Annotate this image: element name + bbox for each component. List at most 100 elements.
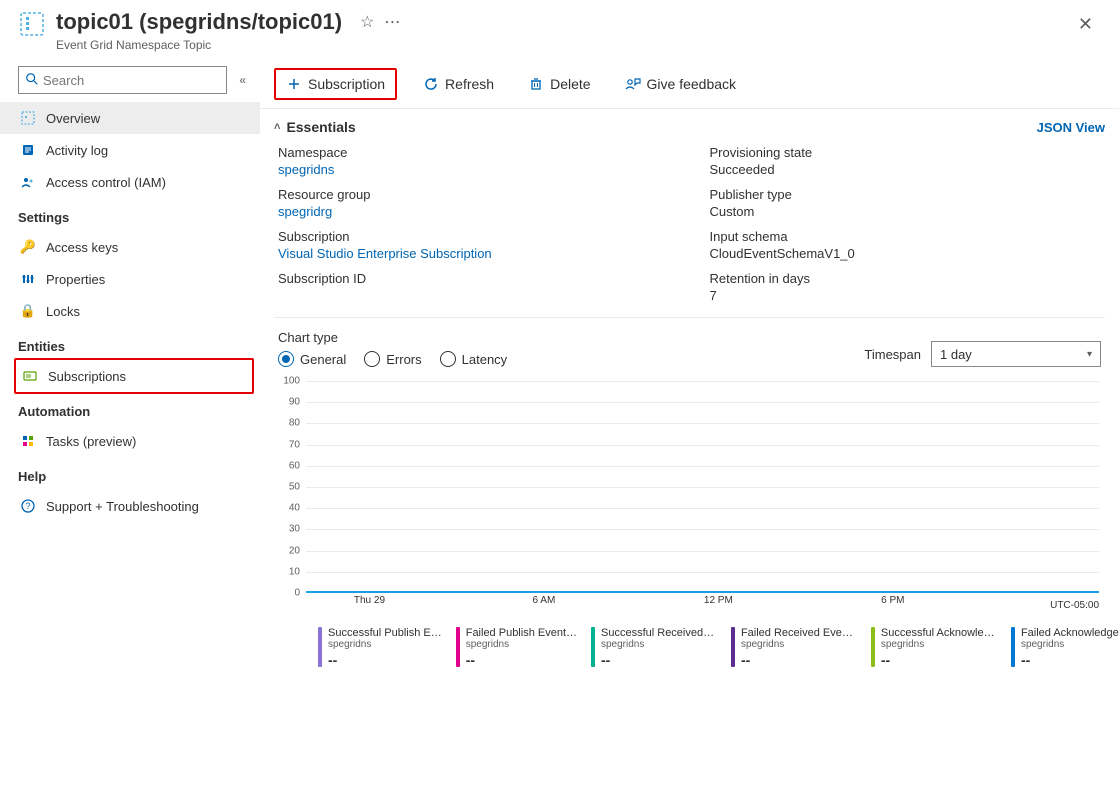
y-tick-label: 20: [289, 545, 300, 556]
sidebar-item-tasks[interactable]: Tasks (preview): [0, 425, 260, 457]
iam-icon: [20, 174, 36, 190]
essentials-grid: Namespacespegridns Resource groupspegrid…: [260, 141, 1119, 309]
ess-value: CloudEventSchemaV1_0: [710, 246, 1102, 261]
radio-latency[interactable]: Latency: [440, 351, 508, 367]
page-title: topic01 (spegridns/topic01): [56, 8, 342, 36]
legend-item[interactable]: Failed Acknowledged …spegridns--: [1011, 627, 1119, 668]
sidebar-item-label: Properties: [46, 272, 105, 287]
sidebar-item-support[interactable]: ? Support + Troubleshooting: [0, 490, 260, 522]
sidebar-item-subscriptions[interactable]: Subscriptions: [16, 360, 252, 392]
radio-general[interactable]: General: [278, 351, 346, 367]
ess-label: Subscription: [278, 229, 670, 244]
y-tick-label: 100: [283, 376, 300, 387]
close-blade-button[interactable]: ✕: [1070, 10, 1101, 39]
button-label: Refresh: [445, 76, 494, 92]
radio-checked-icon: [278, 351, 294, 367]
delete-button[interactable]: Delete: [520, 72, 598, 96]
sidebar-search[interactable]: [18, 66, 227, 94]
ess-label: Input schema: [710, 229, 1102, 244]
overview-icon: [20, 110, 36, 126]
x-tick-label: 12 PM: [704, 595, 733, 606]
legend-series-sub: spegridns: [601, 639, 717, 650]
subscription-link[interactable]: Visual Studio Enterprise Subscription: [278, 246, 492, 261]
sidebar-item-label: Access control (IAM): [46, 175, 166, 190]
button-label: Give feedback: [647, 76, 737, 92]
subscriptions-icon: [22, 368, 38, 384]
plus-icon: [286, 76, 302, 92]
legend-series-value: --: [881, 652, 997, 668]
y-tick-label: 80: [289, 418, 300, 429]
sidebar-item-overview[interactable]: Overview: [0, 102, 260, 134]
sidebar-item-access-keys[interactable]: 🔑 Access keys: [0, 231, 260, 263]
collapse-sidebar-button[interactable]: «: [235, 69, 250, 91]
namespace-link[interactable]: spegridns: [278, 162, 334, 177]
ess-label: Retention in days: [710, 271, 1102, 286]
timespan-select[interactable]: 1 day ▾: [931, 341, 1101, 367]
sidebar: « Overview Activity log Access control (…: [0, 60, 260, 801]
legend-color-bar: [1011, 627, 1015, 667]
more-menu-icon[interactable]: ⋯: [384, 12, 402, 32]
legend-item[interactable]: Failed Publish Event…spegridns--: [456, 627, 577, 668]
chevron-up-icon: ˄: [274, 121, 280, 133]
radio-label: Latency: [462, 352, 508, 367]
refresh-icon: [423, 76, 439, 92]
legend-series-name: Successful Received …: [601, 627, 717, 639]
feedback-icon: [625, 76, 641, 92]
sidebar-item-label: Support + Troubleshooting: [46, 499, 199, 514]
resource-group-link[interactable]: spegridrg: [278, 204, 332, 219]
properties-icon: [20, 271, 36, 287]
legend-item[interactable]: Successful Received …spegridns --: [591, 627, 717, 668]
ess-label: Subscription ID: [278, 271, 670, 286]
legend-series-sub: spegridns: [1021, 639, 1119, 650]
sidebar-item-access-control[interactable]: Access control (IAM): [0, 166, 260, 198]
sidebar-item-label: Subscriptions: [48, 369, 126, 384]
legend-series-name: Failed Received Even…: [741, 627, 857, 639]
legend-series-name: Successful Acknowled…: [881, 627, 997, 639]
y-tick-label: 60: [289, 460, 300, 471]
sidebar-item-activity-log[interactable]: Activity log: [0, 134, 260, 166]
legend-series-value: --: [1021, 652, 1119, 668]
radio-errors[interactable]: Errors: [364, 351, 421, 367]
sidebar-group-automation: Automation: [0, 392, 260, 425]
add-subscription-button[interactable]: Subscription: [278, 72, 393, 96]
legend-item[interactable]: Failed Received Even…spegridns--: [731, 627, 857, 668]
legend-series-name: Failed Publish Event…: [466, 627, 577, 639]
essentials-header[interactable]: ˄ Essentials JSON View: [260, 109, 1119, 141]
x-tick-label: 6 AM: [532, 595, 555, 606]
key-icon: 🔑: [20, 239, 36, 255]
sidebar-item-label: Access keys: [46, 240, 118, 255]
tasks-icon: [20, 433, 36, 449]
toolbar: Subscription Refresh Delete Give feedbac…: [260, 60, 1119, 109]
highlight-add-subscription: Subscription: [274, 68, 397, 100]
legend-item[interactable]: Successful Publish E…spegridns--: [318, 627, 442, 668]
ess-value: Succeeded: [710, 162, 1102, 177]
legend-series-sub: spegridns: [881, 639, 997, 650]
sidebar-item-label: Locks: [46, 304, 80, 319]
page-subtitle: Event Grid Namespace Topic: [56, 38, 342, 52]
y-tick-label: 50: [289, 482, 300, 493]
json-view-link[interactable]: JSON View: [1037, 120, 1105, 135]
topic-icon: [18, 10, 46, 38]
lock-icon: 🔒: [20, 303, 36, 319]
sidebar-item-properties[interactable]: Properties: [0, 263, 260, 295]
legend-series-value: --: [328, 652, 442, 668]
feedback-button[interactable]: Give feedback: [617, 72, 745, 96]
radio-label: Errors: [386, 352, 421, 367]
legend-series-value: --: [601, 652, 717, 668]
y-tick-label: 90: [289, 397, 300, 408]
legend-item[interactable]: Successful Acknowled…spegridns --: [871, 627, 997, 668]
highlight-subscriptions: Subscriptions: [14, 358, 254, 394]
x-tick-label: 6 PM: [881, 595, 904, 606]
radio-label: General: [300, 352, 346, 367]
sidebar-group-help: Help: [0, 457, 260, 490]
chevron-down-icon: ▾: [1087, 349, 1092, 360]
trash-icon: [528, 76, 544, 92]
refresh-button[interactable]: Refresh: [415, 72, 502, 96]
ess-value: 7: [710, 288, 1102, 303]
sidebar-group-entities: Entities: [0, 327, 260, 360]
sidebar-item-locks[interactable]: 🔒 Locks: [0, 295, 260, 327]
sidebar-search-input[interactable]: [43, 73, 220, 88]
legend-series-sub: spegridns: [466, 639, 577, 650]
sidebar-group-settings: Settings: [0, 198, 260, 231]
favorite-star-icon[interactable]: ☆: [360, 12, 374, 32]
